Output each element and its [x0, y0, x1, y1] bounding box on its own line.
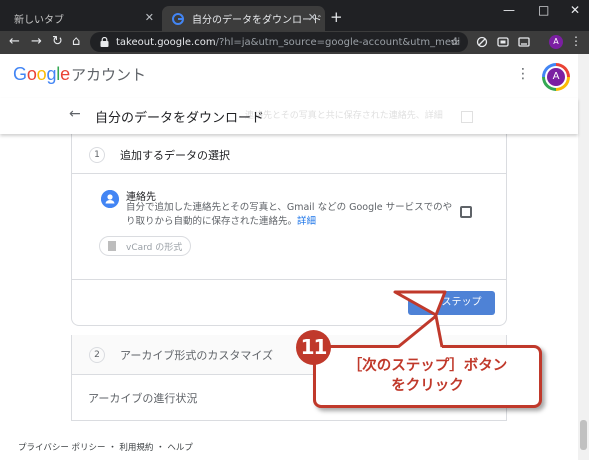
- annotation-step-number: 11: [296, 330, 331, 365]
- callout-pointer-cover: [397, 314, 444, 349]
